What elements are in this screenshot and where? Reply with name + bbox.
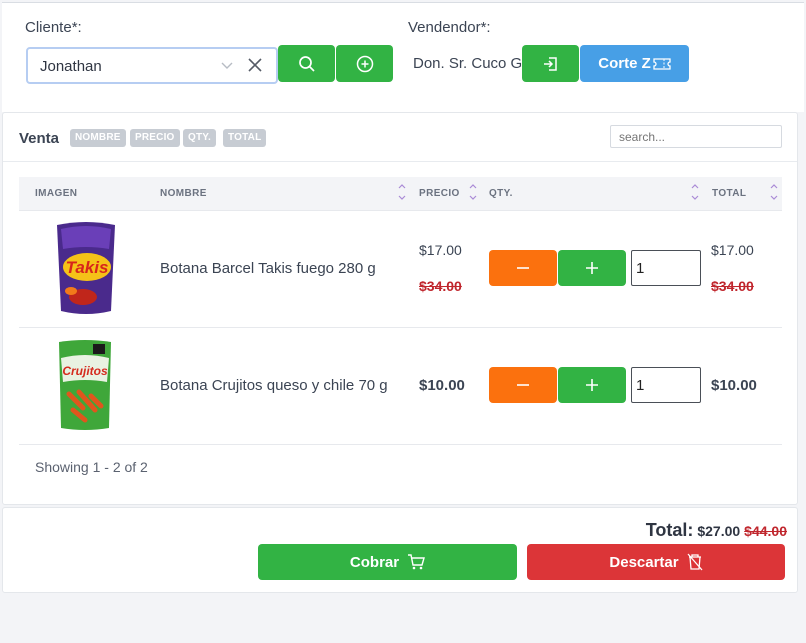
minus-icon (517, 267, 529, 269)
column-header-precio[interactable]: PRECIO (419, 188, 460, 199)
divider (3, 161, 797, 162)
product-name: Botana Crujitos queso y chile 70 g (160, 377, 388, 394)
venta-panel: Venta NOMBRE PRECIO QTY. TOTAL IMAGEN NO… (2, 112, 798, 505)
crujitos-product-image: Crujitos (59, 340, 111, 430)
product-name: Botana Barcel Takis fuego 280 g (160, 260, 376, 277)
divider (19, 210, 782, 211)
search-input[interactable] (610, 125, 782, 148)
pagination-info: Showing 1 - 2 of 2 (35, 459, 148, 475)
plus-circle-icon (356, 55, 373, 72)
descartar-button[interactable]: Descartar (527, 544, 785, 580)
total-summary: Total: $27.00 $44.00 (646, 520, 787, 541)
sign-in-icon (543, 56, 557, 71)
increase-qty-button[interactable] (558, 367, 626, 403)
search-cliente-button[interactable] (278, 45, 335, 82)
descartar-label: Descartar (609, 553, 679, 571)
total-value: $27.00 (697, 523, 741, 539)
svg-text:Takis: Takis (66, 258, 109, 277)
product-total: $17.00 (711, 242, 754, 258)
decrease-qty-button[interactable] (489, 367, 557, 403)
increase-qty-button[interactable] (558, 250, 626, 286)
clear-icon[interactable] (246, 56, 264, 74)
qty-input[interactable] (631, 250, 701, 286)
filter-chip-precio[interactable]: PRECIO (130, 129, 180, 147)
filter-chip-qty[interactable]: QTY. (183, 129, 217, 147)
product-original-total: $34.00 (711, 278, 754, 294)
divider (19, 444, 782, 445)
chevron-down-icon[interactable] (220, 58, 234, 72)
product-price: $10.00 (419, 377, 465, 394)
venta-title: Venta (19, 130, 60, 147)
add-cliente-button[interactable] (336, 45, 393, 82)
qty-input[interactable] (631, 367, 701, 403)
takis-product-image: Takis (57, 222, 115, 314)
sort-icon[interactable] (690, 181, 700, 203)
login-vendedor-button[interactable] (522, 45, 579, 82)
column-header-qty[interactable]: QTY. (489, 188, 513, 199)
ticket-icon (653, 57, 671, 70)
total-original: $44.00 (744, 523, 787, 539)
cliente-label: Cliente*: (25, 19, 82, 36)
cliente-select[interactable]: Jonathan (26, 47, 278, 84)
trash-off-icon (687, 553, 703, 571)
column-header-imagen: IMAGEN (35, 188, 78, 199)
footer-panel: Total: $27.00 $44.00 Cobrar Descartar (2, 507, 798, 593)
filter-chip-nombre[interactable]: NOMBRE (70, 129, 126, 147)
sort-icon[interactable] (769, 181, 779, 203)
search-icon (298, 55, 315, 72)
vendedor-label: Vendendor*: (408, 19, 491, 36)
cart-icon (408, 554, 426, 570)
header-panel: Cliente*: Jonathan Vendendor*: Don. Sr. … (2, 2, 804, 112)
plus-icon (586, 262, 598, 274)
sort-icon[interactable] (397, 181, 407, 203)
vendedor-value: Don. Sr. Cuco G. (413, 55, 527, 72)
minus-icon (517, 384, 529, 386)
corte-z-button[interactable]: Corte Z (580, 45, 689, 82)
cobrar-button[interactable]: Cobrar (258, 544, 517, 580)
column-header-total[interactable]: TOTAL (712, 188, 746, 199)
total-label: Total: (645, 520, 694, 540)
corte-z-label: Corte Z (598, 55, 651, 72)
plus-icon (586, 379, 598, 391)
table-header: IMAGEN NOMBRE PRECIO QTY. TOTAL (19, 177, 782, 210)
column-header-nombre[interactable]: NOMBRE (160, 188, 207, 199)
decrease-qty-button[interactable] (489, 250, 557, 286)
cobrar-label: Cobrar (349, 553, 400, 571)
product-original-price: $34.00 (419, 278, 462, 294)
divider (19, 327, 782, 328)
product-price: $17.00 (419, 242, 462, 258)
svg-text:Crujitos: Crujitos (62, 364, 108, 378)
sort-icon[interactable] (468, 181, 478, 203)
filter-chip-total[interactable]: TOTAL (223, 129, 267, 147)
product-total: $10.00 (711, 377, 757, 394)
cliente-value: Jonathan (40, 58, 102, 75)
